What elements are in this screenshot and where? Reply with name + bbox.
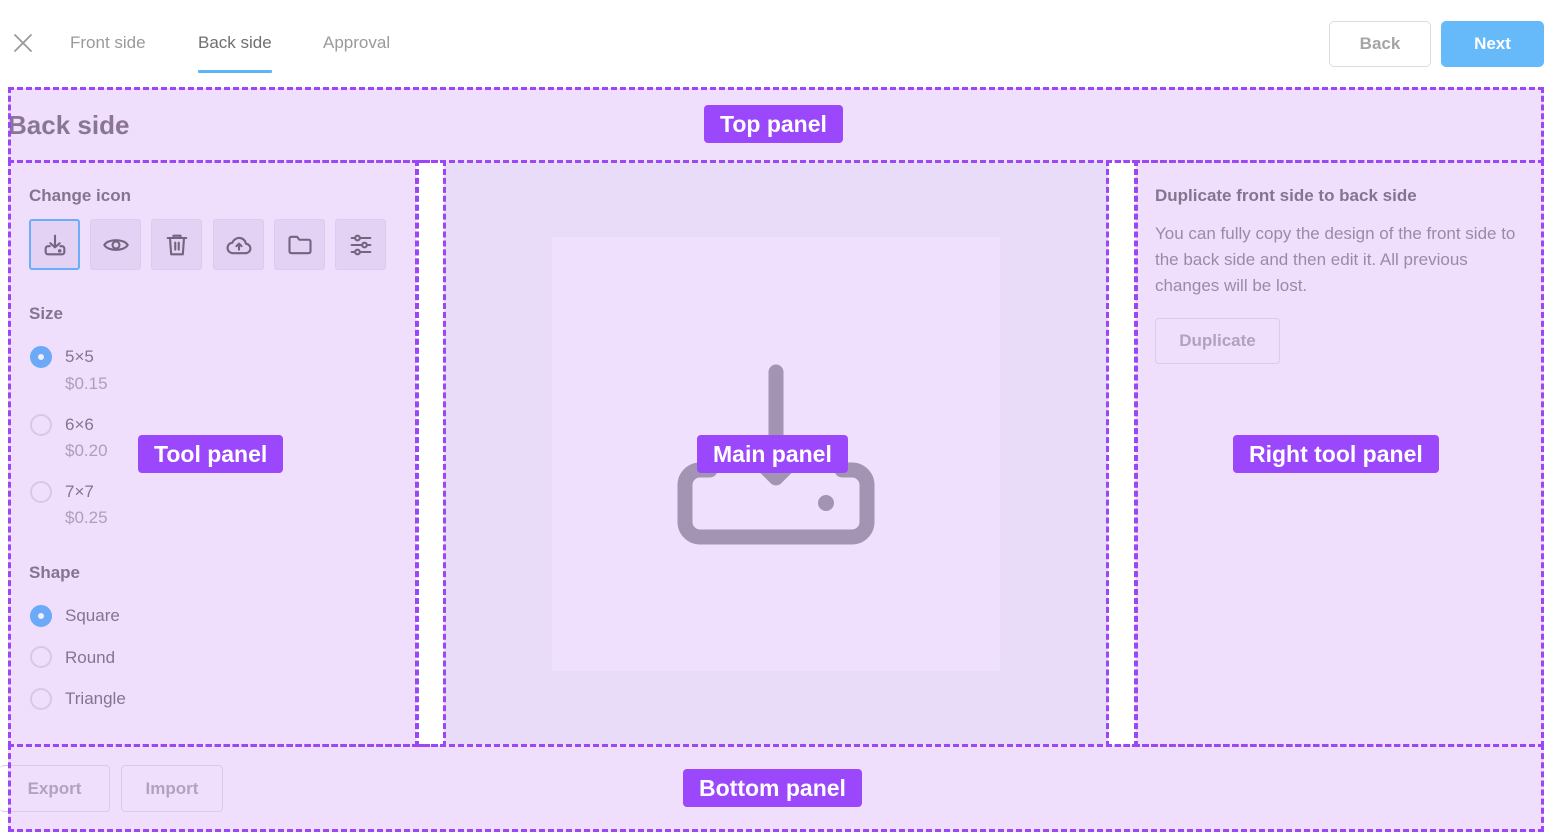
shape-radio-square[interactable]: [30, 605, 52, 627]
tab-label: Back side: [198, 33, 272, 52]
tab-label: Approval: [323, 33, 391, 52]
shape-radio-round[interactable]: [30, 646, 52, 668]
next-button[interactable]: Next: [1441, 21, 1544, 67]
size-option-label[interactable]: 7×7: [65, 482, 94, 502]
close-icon: [14, 34, 32, 52]
shape-label: Shape: [29, 563, 81, 582]
shape-option-label[interactable]: Square: [65, 606, 120, 626]
duplicate-description: You can fully copy the design of the fro…: [1155, 224, 1516, 295]
icon-option-trash[interactable]: [151, 219, 202, 270]
close-button[interactable]: [12, 32, 34, 54]
panel-gutter-right: [1108, 161, 1136, 745]
tool-panel-tag: Tool panel: [138, 435, 284, 473]
size-radio-5x5[interactable]: [30, 346, 52, 368]
page-title: Back side: [8, 110, 130, 140]
import-button[interactable]: Import: [121, 765, 223, 812]
active-tab-indicator: [198, 70, 272, 73]
size-label: Size: [29, 304, 64, 323]
download-tray-icon: [44, 234, 65, 255]
icon-option-folder[interactable]: [274, 219, 325, 270]
shape-radio-triangle[interactable]: [30, 688, 52, 710]
duplicate-title: Duplicate front side to back side: [1155, 186, 1417, 205]
eye-icon: [102, 238, 129, 251]
icon-option-download[interactable]: [29, 219, 80, 270]
icon-option-cloud-upload[interactable]: [213, 219, 264, 270]
sliders-icon: [350, 234, 371, 255]
duplicate-button[interactable]: Duplicate: [1155, 318, 1280, 364]
size-radio-7x7[interactable]: [30, 481, 52, 503]
size-radio-6x6[interactable]: [30, 414, 52, 436]
tab-label: Front side: [70, 33, 146, 52]
shape-option-label[interactable]: Triangle: [65, 689, 126, 709]
bottom-panel-tag: Bottom panel: [683, 769, 862, 807]
size-option-price: $0.25: [65, 508, 108, 527]
size-option-label[interactable]: 5×5: [65, 347, 94, 367]
cloud-upload-icon: [226, 236, 251, 254]
export-button[interactable]: Export: [0, 765, 110, 812]
change-icon-label: Change icon: [29, 186, 132, 205]
right-panel-tag: Right tool panel: [1233, 435, 1439, 473]
icon-option-eye[interactable]: [90, 219, 141, 270]
top-panel-tag: Top panel: [704, 105, 843, 143]
panel-gutter-left: [416, 161, 444, 745]
folder-icon: [287, 235, 312, 254]
size-option-price: $0.15: [65, 374, 108, 393]
tab-front-side[interactable]: Front side: [70, 33, 146, 53]
tab-approval[interactable]: Approval: [323, 33, 390, 53]
main-panel-tag: Main panel: [697, 435, 848, 473]
back-button[interactable]: Back: [1329, 21, 1431, 67]
shape-option-label[interactable]: Round: [65, 648, 115, 668]
tab-back-side[interactable]: Back side: [198, 33, 272, 73]
icon-option-sliders[interactable]: [335, 219, 386, 270]
trash-icon: [166, 234, 187, 255]
top-bar: Front side Back side Approval Back Next: [0, 0, 1544, 88]
size-option-label[interactable]: 6×6: [65, 415, 94, 435]
size-option-price: $0.20: [65, 441, 108, 460]
